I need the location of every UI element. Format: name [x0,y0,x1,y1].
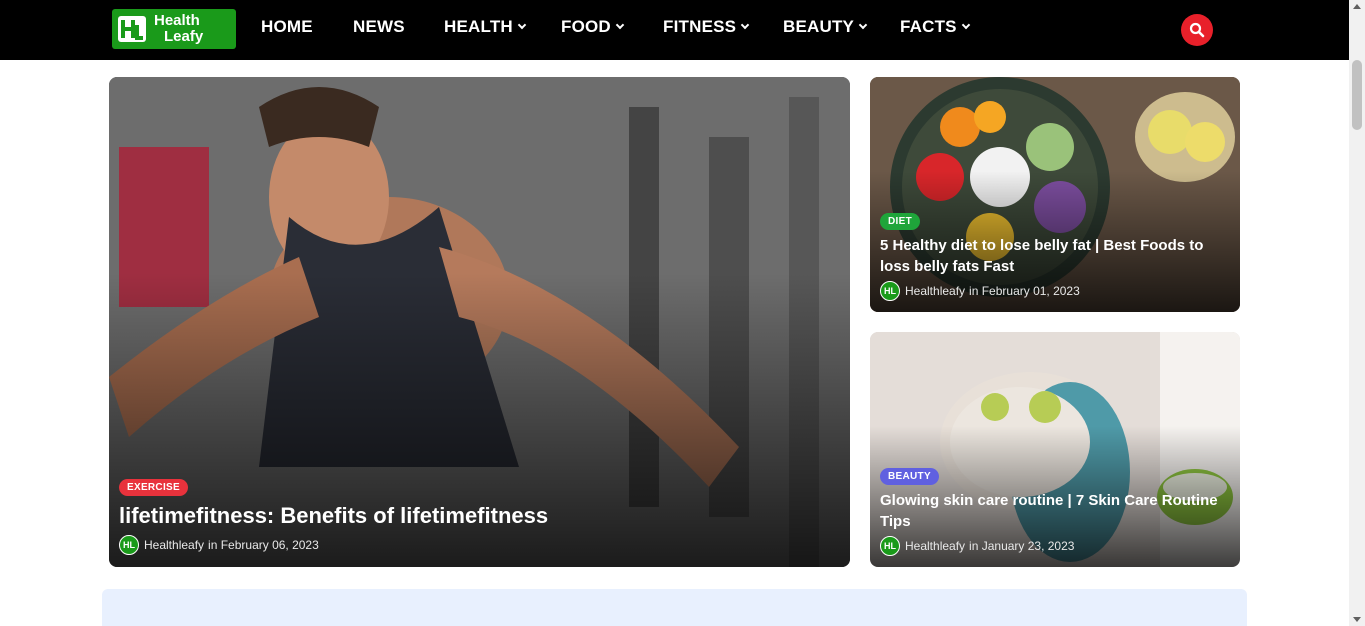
nav-home[interactable]: HOME [261,17,313,37]
search-button[interactable] [1181,14,1213,46]
side-post-card[interactable]: DIET 5 Healthy diet to lose belly fat | … [870,77,1240,312]
chevron-down-icon [615,20,625,30]
post-date: in February 06, 2023 [208,538,319,552]
author-name[interactable]: Healthleafy [144,538,204,552]
chevron-down-icon [858,20,868,30]
post-date: in January 23, 2023 [969,539,1075,553]
featured-post-card[interactable]: EXERCISE lifetimefitness: Benefits of li… [109,77,850,567]
nav-fitness[interactable]: FITNESS [663,17,750,37]
search-icon [1189,22,1205,38]
side-post-title[interactable]: 5 Healthy diet to lose belly fat | Best … [880,235,1230,277]
nav-food-label: FOOD [561,17,611,36]
side-post-meta: HL Healthleafy in February 01, 2023 [880,281,1080,301]
side-post-card[interactable]: BEAUTY Glowing skin care routine | 7 Ski… [870,332,1240,567]
post-date: in February 01, 2023 [969,284,1080,298]
nav-facts-label: FACTS [900,17,957,36]
content-section-band [102,589,1247,626]
scroll-up-arrow-icon[interactable] [1353,4,1361,9]
chevron-down-icon [517,20,527,30]
nav-beauty-label: BEAUTY [783,17,855,36]
nav-health[interactable]: HEALTH [444,17,527,37]
category-badge-beauty[interactable]: BEAUTY [880,468,939,485]
category-badge-exercise[interactable]: EXERCISE [119,479,188,496]
logo-line-2: Leafy [164,28,204,45]
nav-fitness-label: FITNESS [663,17,737,36]
author-avatar: HL [119,535,139,555]
author-name[interactable]: Healthleafy [905,539,965,553]
side-post-meta: HL Healthleafy in January 23, 2023 [880,536,1074,556]
nav-health-label: HEALTH [444,17,513,36]
chevron-down-icon [961,20,970,30]
chevron-down-icon [740,20,750,30]
nav-news[interactable]: NEWS [353,17,405,37]
author-avatar: HL [880,281,900,301]
side-post-title[interactable]: Glowing skin care routine | 7 Skin Care … [880,490,1230,532]
nav-news-label: NEWS [353,17,405,36]
scroll-down-arrow-icon[interactable] [1353,617,1361,622]
author-avatar: HL [880,536,900,556]
featured-post-meta: HL Healthleafy in February 06, 2023 [119,535,319,555]
featured-post-title[interactable]: lifetimefitness: Benefits of lifetimefit… [119,503,819,529]
logo-line-1: Health [154,12,200,29]
nav-food[interactable]: FOOD [561,17,625,37]
logo-text: Health Leafy [154,13,203,45]
site-logo[interactable]: Health Leafy [112,9,236,49]
logo-icon [112,9,152,49]
author-name[interactable]: Healthleafy [905,284,965,298]
nav-facts[interactable]: FACTS [900,17,970,37]
scrollbar-thumb[interactable] [1352,60,1362,130]
nav-home-label: HOME [261,17,313,36]
nav-beauty[interactable]: BEAUTY [783,17,868,37]
page-scrollbar[interactable] [1349,0,1365,626]
top-navbar: Health Leafy HOME NEWS HEALTH FOOD FITNE… [0,0,1349,60]
category-badge-diet[interactable]: DIET [880,213,920,230]
